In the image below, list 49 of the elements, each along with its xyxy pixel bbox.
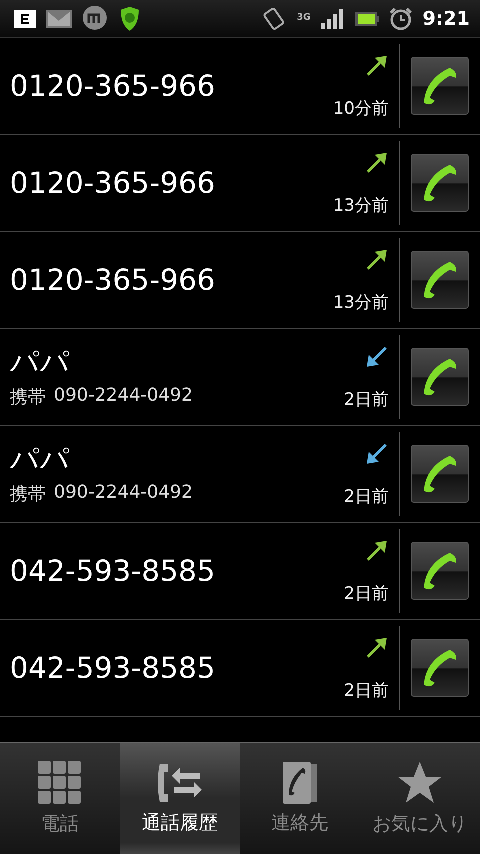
signal-icon — [320, 8, 345, 28]
chat-bubble-icon — [82, 6, 108, 32]
contact-name: パパ — [10, 442, 71, 476]
call-log-row[interactable]: 0120-365-966 13分前 — [0, 135, 480, 232]
call-log-row[interactable]: 042-593-8585 2日前 — [0, 523, 480, 620]
phone-type: 携帯 — [10, 386, 46, 410]
mail-icon — [46, 10, 72, 28]
phone-arrows-icon — [156, 762, 204, 804]
call-time: 2日前 — [344, 583, 389, 605]
shield-icon — [118, 6, 142, 30]
phone-number: 090-2244-0492 — [54, 385, 193, 408]
call-time: 13分前 — [333, 292, 389, 314]
call-time: 13分前 — [333, 195, 389, 217]
email-icon — [14, 10, 36, 28]
call-button[interactable] — [411, 251, 469, 309]
phone-number: 042-593-8585 — [10, 554, 216, 588]
call-button[interactable] — [411, 57, 469, 115]
phone-number: 0120-365-966 — [10, 262, 216, 298]
call-log-row[interactable]: 0120-365-966 13分前 — [0, 232, 480, 329]
call-button[interactable] — [411, 154, 469, 212]
nav-tab[interactable]: お気に入り — [360, 743, 480, 854]
contact-name: パパ — [10, 344, 71, 380]
call-log-row[interactable]: 042-593-8585 2日前 — [0, 620, 480, 717]
phone-number: 042-593-8585 — [10, 650, 216, 686]
network-type: 3G — [297, 14, 311, 23]
call-log-row[interactable]: パパ 携帯 090-2244-0492 2日前 — [0, 329, 480, 426]
call-log-row[interactable]: 0120-365-966 10分前 — [0, 38, 480, 135]
call-button[interactable] — [411, 542, 469, 600]
call-button[interactable] — [411, 639, 469, 697]
battery-icon — [354, 10, 379, 26]
phone-type: 携帯 — [10, 483, 46, 506]
phone-number: 0120-365-966 — [10, 166, 216, 200]
call-time: 2日前 — [344, 680, 389, 702]
nav-tab[interactable]: 連絡先 — [240, 743, 360, 854]
call-time: 2日前 — [344, 389, 389, 411]
star-icon — [397, 760, 443, 804]
call-time: 2日前 — [344, 486, 389, 508]
clock-time: 9:21 — [422, 8, 470, 30]
nav-tab[interactable]: 通話履歴 — [120, 743, 240, 854]
phone-number: 090-2244-0492 — [54, 482, 193, 506]
alarm-clock-icon — [388, 6, 413, 30]
contact-book-icon — [283, 762, 317, 804]
dialpad-icon — [38, 760, 82, 804]
call-time: 10分前 — [333, 98, 389, 120]
call-log-row[interactable]: パパ 携帯 090-2244-0492 2日前 — [0, 426, 480, 523]
call-button[interactable] — [411, 445, 469, 503]
call-button[interactable] — [411, 348, 469, 406]
phone-number: 0120-365-966 — [10, 68, 216, 104]
nav-tab[interactable]: 電話 — [0, 743, 120, 854]
